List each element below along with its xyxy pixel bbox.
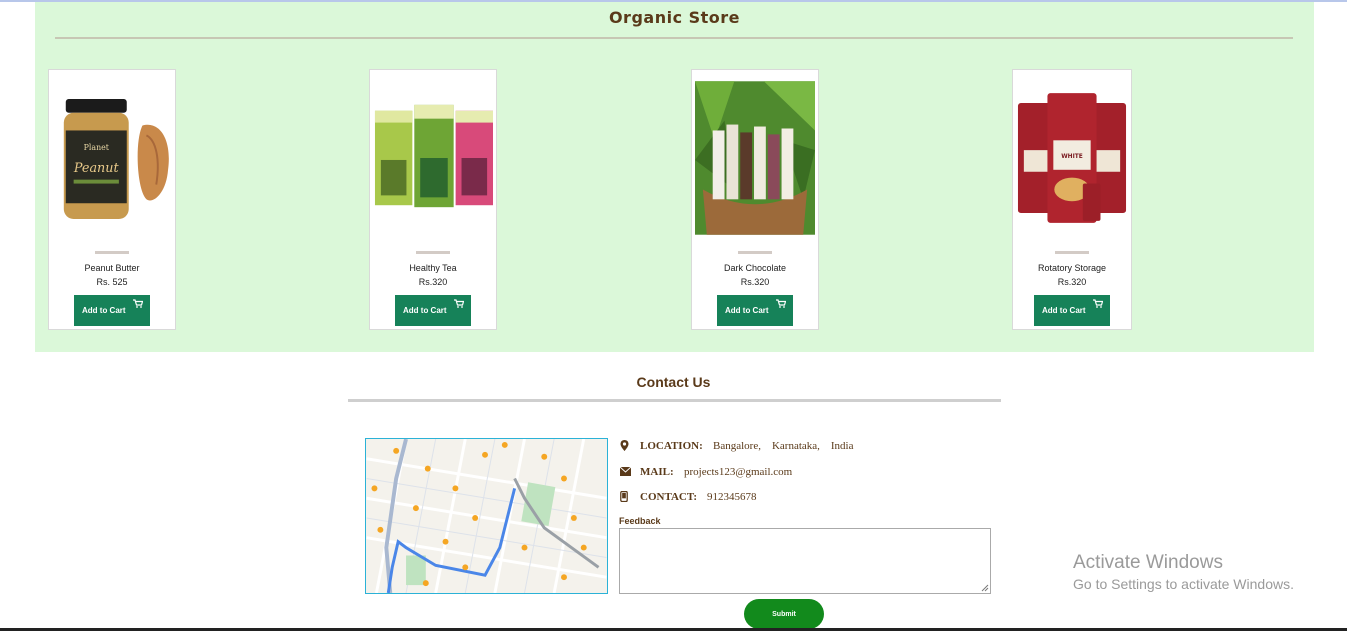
- mail-label: MAIL:: [640, 466, 674, 478]
- location-pin-icon: [620, 440, 629, 451]
- watermark-title: Activate Windows: [1073, 552, 1223, 573]
- activate-windows-watermark: Activate Windows Go to Settings to activ…: [1073, 552, 1294, 592]
- product-card-rotatory-storage: WHITE Rotatory Storage Rs.320 Add to Car…: [1012, 69, 1132, 330]
- product-price: Rs. 525: [96, 277, 128, 287]
- svg-text:WHITE: WHITE: [1061, 154, 1083, 160]
- add-to-cart-label: Add to Cart: [1042, 305, 1086, 315]
- feedback-textarea[interactable]: [619, 528, 991, 594]
- mail-value[interactable]: projects123@gmail.com: [684, 466, 792, 478]
- location-map[interactable]: [365, 438, 608, 594]
- map-image: [366, 439, 607, 593]
- card-divider: [738, 251, 772, 254]
- product-price: Rs.320: [1057, 277, 1087, 287]
- cart-icon: [133, 299, 143, 308]
- product-card-peanut-butter: Planet Peanut Peanut Butter Rs. 525 Add …: [48, 69, 176, 330]
- product-name: Healthy Tea: [409, 263, 457, 273]
- store-title-divider: [55, 37, 1293, 39]
- product-price: Rs.320: [740, 277, 770, 287]
- product-image-rotatory-storage: WHITE: [1016, 80, 1128, 236]
- envelope-icon: [620, 467, 631, 476]
- contact-label: CONTACT:: [640, 491, 698, 503]
- product-image-healthy-tea: [373, 80, 493, 236]
- product-image-dark-chocolate: [695, 80, 815, 236]
- product-name: Dark Chocolate: [723, 263, 787, 273]
- location-label: LOCATION:: [640, 440, 703, 452]
- location-value: Bangalore, Karnataka, India: [713, 440, 854, 452]
- feedback-label: Feedback: [619, 516, 661, 526]
- product-name: Rotatory Storage: [1037, 263, 1107, 273]
- resize-grip-icon[interactable]: [981, 584, 989, 592]
- add-to-cart-button[interactable]: Add to Cart: [395, 295, 471, 326]
- add-to-cart-button[interactable]: Add to Cart: [717, 295, 793, 326]
- product-image-peanut-butter: Planet Peanut: [52, 80, 172, 236]
- product-card-dark-chocolate: Dark Chocolate Rs.320 Add to Cart: [691, 69, 819, 330]
- svg-text:Peanut: Peanut: [73, 161, 120, 176]
- add-to-cart-button[interactable]: Add to Cart: [74, 295, 150, 326]
- mobile-phone-icon: [620, 491, 628, 502]
- watermark-subtitle: Go to Settings to activate Windows.: [1073, 576, 1294, 592]
- product-name: Peanut Butter: [84, 263, 140, 273]
- product-price: Rs.320: [418, 277, 448, 287]
- cart-icon: [1093, 299, 1103, 308]
- add-to-cart-label: Add to Cart: [82, 305, 126, 315]
- add-to-cart-button[interactable]: Add to Cart: [1034, 295, 1110, 326]
- contact-value: 912345678: [707, 491, 757, 503]
- contact-title: Contact Us: [636, 374, 711, 390]
- product-card-healthy-tea: Healthy Tea Rs.320 Add to Cart: [369, 69, 497, 330]
- store-title: Organic Store: [608, 8, 741, 27]
- add-to-cart-label: Add to Cart: [725, 305, 769, 315]
- cart-icon: [776, 299, 786, 308]
- svg-text:Planet: Planet: [84, 143, 110, 152]
- contact-title-divider: [348, 399, 1001, 402]
- cart-icon: [454, 299, 464, 308]
- card-divider: [416, 251, 450, 254]
- card-divider: [1055, 251, 1089, 254]
- card-divider: [95, 251, 129, 254]
- submit-button[interactable]: Submit: [744, 599, 824, 629]
- add-to-cart-label: Add to Cart: [403, 305, 447, 315]
